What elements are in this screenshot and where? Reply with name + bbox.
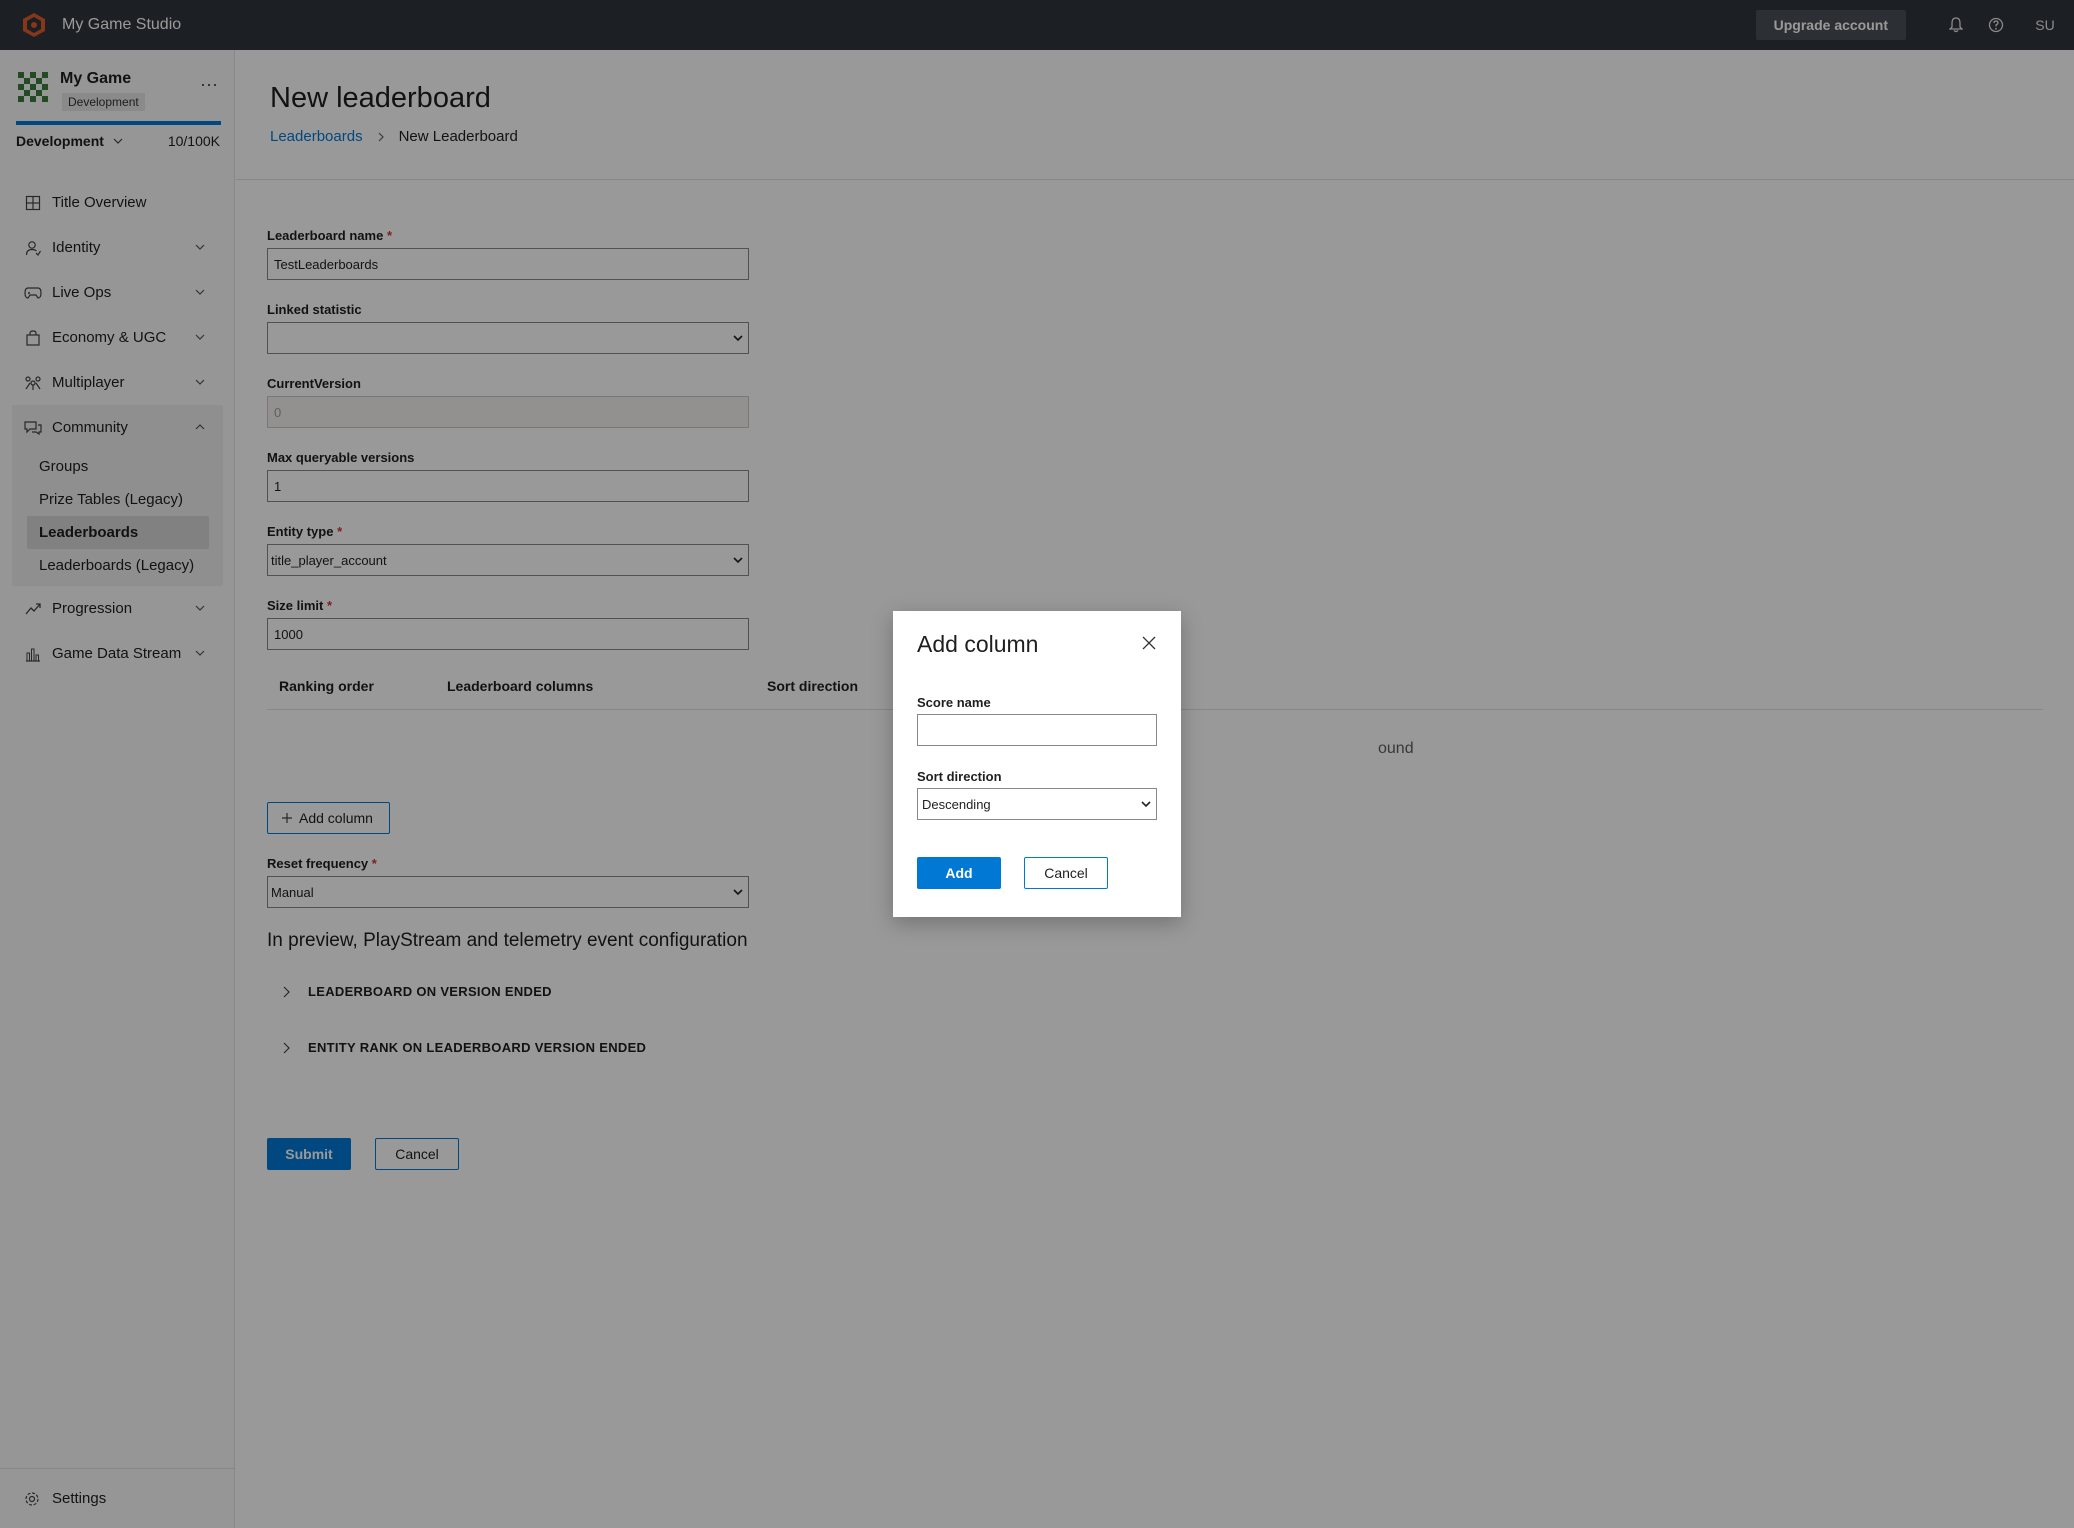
chevron-down-icon (1141, 801, 1151, 808)
score-name-label: Score name (917, 695, 991, 710)
close-icon[interactable] (1139, 633, 1159, 653)
sort-direction-select[interactable]: Descending (917, 788, 1157, 820)
dialog-title: Add column (917, 631, 1039, 657)
sort-direction-label: Sort direction (917, 769, 1002, 784)
sort-direction-value: Descending (922, 796, 991, 812)
score-name-input[interactable] (917, 714, 1157, 746)
dialog-add-button[interactable]: Add (917, 857, 1001, 889)
add-column-dialog: Add column Score name Sort direction Des… (893, 611, 1181, 917)
dialog-cancel-button[interactable]: Cancel (1024, 857, 1108, 889)
